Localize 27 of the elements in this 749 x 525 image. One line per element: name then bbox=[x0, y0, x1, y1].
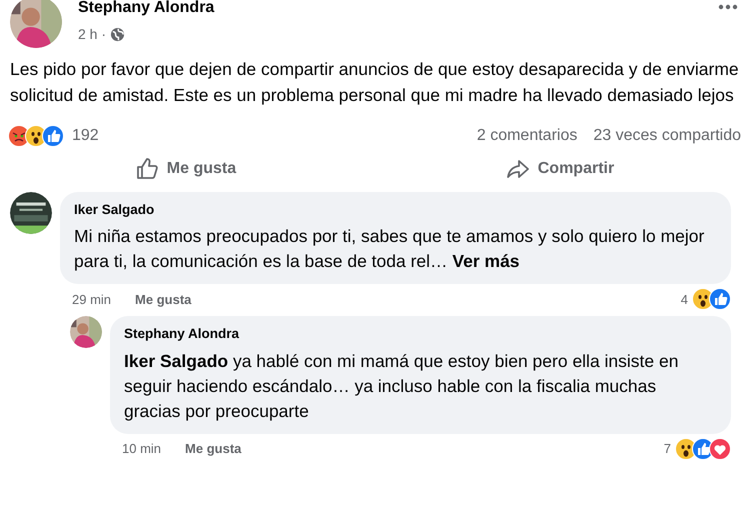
author-name[interactable]: Stephany Alondra bbox=[78, 0, 701, 20]
comment-time[interactable]: 10 min bbox=[122, 438, 162, 458]
reaction-count[interactable]: 7 bbox=[664, 438, 671, 458]
reaction-count[interactable]: 4 bbox=[680, 290, 688, 309]
comment-text: Iker Salgado ya hablé con mi mamá que estoy bien pero ella insiste en seguir haciendo escándalo… ya incluso hable con la fiscalia muchas gracias por preocuparte bbox=[124, 350, 680, 423]
thumbs-up-icon bbox=[709, 288, 731, 310]
commenter-name[interactable]: Iker Salgado bbox=[74, 200, 717, 220]
like-link[interactable]: Me gusta bbox=[185, 438, 242, 458]
comment-time[interactable]: 29 min bbox=[72, 290, 112, 309]
reaction-count[interactable]: 192 bbox=[72, 124, 99, 148]
comments-count[interactable]: 2 comentarios bbox=[476, 124, 578, 148]
commenter-avatar[interactable] bbox=[70, 316, 102, 348]
more-options-icon[interactable] bbox=[717, 4, 739, 10]
post-time[interactable]: 2 h · bbox=[78, 24, 106, 45]
shares-count[interactable]: 23 veces compartido bbox=[593, 124, 741, 148]
profile-avatar[interactable] bbox=[10, 0, 62, 48]
thumbs-up-icon bbox=[42, 125, 64, 147]
thumbs-up-icon bbox=[134, 157, 159, 181]
like-link[interactable]: Me gusta bbox=[135, 290, 192, 309]
post-text: Les pido por favor que dejen de compartir anuncios de que estoy desaparecida y de enviarme solicitud de amistad. Este es un problema personal que mi madre ha llevado demasiado lejos bbox=[9, 58, 740, 107]
like-button[interactable]: Me gusta bbox=[128, 156, 242, 182]
comment-text: Mi niña estamos preocupados por ti, sabes que te amamos y solo quiero lo mejor para ti, la comunicación es la base de toda rel… Ver más bbox=[74, 225, 706, 274]
commenter-name[interactable]: Stephany Alondra bbox=[124, 324, 717, 344]
globe-icon bbox=[110, 27, 126, 42]
share-arrow-icon bbox=[506, 157, 530, 181]
commenter-avatar[interactable] bbox=[10, 192, 52, 234]
share-button[interactable]: Compartir bbox=[500, 156, 620, 182]
